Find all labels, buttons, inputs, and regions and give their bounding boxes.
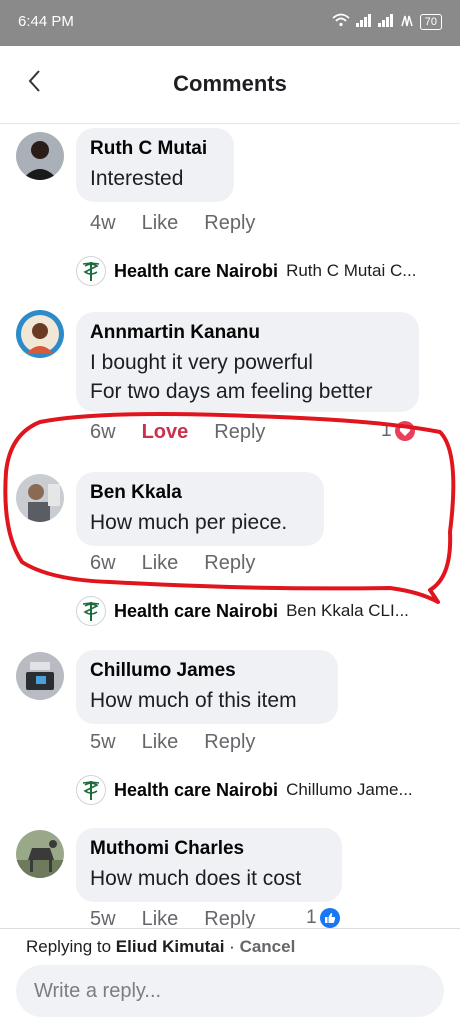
comment-text: For two days am feeling better [90,380,373,403]
comment-text: How much does it cost [90,867,302,890]
comment-time: 5w [90,731,116,753]
replying-to-bar: Replying to Eliud Kimutai · Cancel [26,937,295,957]
reply-preview: Ruth C Mutai C... [286,261,417,280]
page-reply-row[interactable]: Health care Nairobi Ruth C Mutai C... [76,256,416,286]
reaction-summary[interactable]: 1 [306,907,340,928]
comment-bubble[interactable]: Muthomi Charles How much does it cost [76,828,342,902]
reaction-count: 1 [306,907,317,928]
page-name[interactable]: Health care Nairobi [114,261,278,282]
comment-author[interactable]: Annmartin Kananu [90,322,405,344]
comment-time: 5w [90,908,116,928]
like-button[interactable]: Like [142,552,179,575]
comment-bubble[interactable]: Ruth C Mutai Interested [76,128,234,202]
reply-button[interactable]: Reply [204,731,255,754]
reply-input[interactable] [16,965,444,1017]
comment-list[interactable]: Ruth C Mutai Interested 4w Like Reply He… [0,124,460,928]
status-icons: 70 [332,13,442,30]
reaction-summary[interactable]: 1 [381,420,415,442]
comment-text: How much per piece. [90,511,288,534]
comment-actions: 6w Like Reply [90,552,255,575]
page-reply-row[interactable]: Health care Nairobi Ben Kkala CLI... [76,596,409,626]
comment-time: 4w [90,212,116,234]
like-button[interactable]: Like [142,212,179,235]
comment-actions: 4w Like Reply [90,212,255,235]
reply-preview: Chillumo Jame... [286,780,413,799]
avatar[interactable] [16,830,64,878]
love-button[interactable]: Love [142,421,189,444]
like-button[interactable]: Like [142,908,179,928]
comment-bubble[interactable]: Chillumo James How much of this item [76,650,338,724]
heart-icon [394,421,415,441]
avatar[interactable] [16,132,64,180]
comment-time: 6w [90,421,116,443]
signal-icon [355,13,372,30]
replying-to-name: Eliud Kimutai [115,937,225,956]
thumbs-up-icon [319,908,340,928]
like-button[interactable]: Like [142,731,179,754]
comment-actions: 6w Love Reply [90,421,265,444]
caduceus-icon [76,256,106,286]
reply-composer: Replying to Eliud Kimutai · Cancel [0,928,460,1024]
page-title: Comments [173,71,287,96]
comment-author[interactable]: Ruth C Mutai [90,138,220,160]
comment-author[interactable]: Chillumo James [90,660,324,682]
reply-button[interactable]: Reply [204,212,255,235]
comment-text: I bought it very powerful [90,351,313,374]
status-time: 6:44 PM [18,13,74,30]
status-bar: 6:44 PM 70 [0,0,460,46]
wifi-icon [332,13,350,30]
page-name[interactable]: Health care Nairobi [114,601,278,622]
separator: · [229,937,235,956]
avatar[interactable] [16,652,64,700]
comment-author[interactable]: Ben Kkala [90,482,310,504]
signal-icon [377,13,394,30]
reply-preview: Ben Kkala CLI... [286,601,409,620]
page-name[interactable]: Health care Nairobi [114,780,278,801]
comment-text: How much of this item [90,689,297,712]
caduceus-icon [76,596,106,626]
comment-actions: 5w Like Reply [90,908,255,928]
comment-text: Interested [90,167,184,190]
reply-button[interactable]: Reply [204,552,255,575]
reaction-count: 1 [381,420,392,441]
avatar[interactable] [16,474,64,522]
comment-actions: 5w Like Reply [90,731,255,754]
comment-bubble[interactable]: Annmartin Kananu I bought it very powerf… [76,312,419,412]
battery-icon: 70 [419,13,442,30]
cancel-reply-button[interactable]: Cancel [240,937,296,956]
caduceus-icon [76,775,106,805]
avatar[interactable] [16,310,64,358]
data-saver-icon [400,14,414,30]
comment-author[interactable]: Muthomi Charles [90,838,328,860]
top-bar: Comments [0,46,460,124]
comment-time: 6w [90,552,116,574]
replying-prefix: Replying to [26,937,112,956]
page-reply-row[interactable]: Health care Nairobi Chillumo Jame... [76,775,413,805]
comment-bubble[interactable]: Ben Kkala How much per piece. [76,472,324,546]
reply-button[interactable]: Reply [214,421,265,444]
reply-button[interactable]: Reply [204,908,255,928]
